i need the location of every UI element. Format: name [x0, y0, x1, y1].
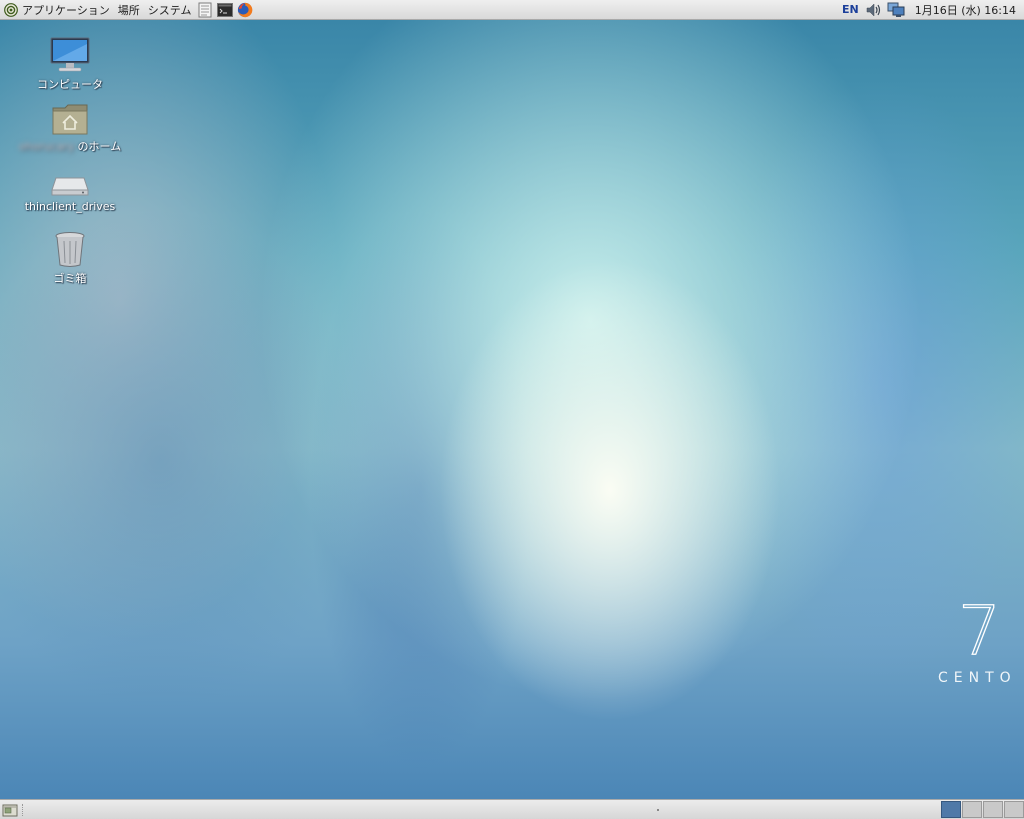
applications-menu-label: アプリケーション	[22, 3, 110, 17]
desktop[interactable]: コンピュータ ohorucary のホーム thinclient_drives ゴ…	[0, 20, 1024, 799]
firefox-launcher[interactable]	[237, 2, 253, 18]
centos-seven-graphic: 7	[957, 591, 1002, 660]
centos-version-number: 7	[958, 592, 1001, 660]
places-menu[interactable]: 場所	[114, 0, 144, 20]
desktop-icon-home[interactable]: ohorucary のホーム	[19, 102, 121, 154]
desktop-icon-label: コンピュータ	[37, 78, 103, 91]
top-panel-right: EN 1月16日 (水) 16:14	[838, 0, 1024, 20]
desktop-icon-drives[interactable]: thinclient_drives	[20, 170, 120, 213]
desktop-icon-computer[interactable]: コンピュータ	[20, 36, 120, 92]
desktop-icon-label: thinclient_drives	[24, 200, 116, 213]
text-editor-launcher[interactable]	[197, 2, 213, 18]
volume-icon[interactable]	[865, 2, 883, 18]
places-menu-label: 場所	[117, 3, 140, 17]
top-panel: アプリケーション 場所 システム EN 1月16日 (水) 16:14	[0, 0, 1024, 20]
blurred-username: ohorucary	[18, 140, 75, 153]
firefox-icon	[238, 2, 253, 17]
desktop-icon-label: ゴミ箱	[53, 272, 87, 285]
home-folder-icon	[52, 104, 88, 135]
panel-drag-handle[interactable]	[22, 803, 27, 816]
gnome-foot-icon	[4, 2, 18, 17]
top-panel-left: アプリケーション 場所 システム	[0, 0, 255, 20]
desktop-icon-label: ohorucary のホーム	[19, 138, 121, 154]
clock[interactable]: 1月16日 (水) 16:14	[907, 2, 1020, 18]
workspace-3[interactable]	[983, 800, 1003, 818]
terminal-icon	[217, 2, 234, 17]
system-menu-label: システム	[147, 3, 192, 17]
system-menu[interactable]: システム	[144, 0, 196, 20]
trash-icon	[55, 232, 85, 267]
show-desktop-icon[interactable]	[2, 802, 18, 818]
workspace-2[interactable]	[962, 800, 982, 818]
workspace-4[interactable]	[1004, 800, 1024, 818]
centos-wordmark: CENTO	[938, 670, 1017, 686]
text-editor-icon	[198, 2, 212, 17]
bottom-panel	[0, 799, 1024, 819]
workspace-switcher[interactable]	[940, 800, 1024, 819]
keyboard-layout-indicator[interactable]: EN	[838, 3, 863, 16]
applications-menu[interactable]: アプリケーション	[0, 0, 114, 20]
drive-icon	[51, 177, 89, 196]
home-label-suffix: のホーム	[77, 140, 122, 153]
terminal-launcher[interactable]	[217, 2, 234, 18]
panel-separator-dot	[657, 809, 659, 811]
computer-icon	[50, 37, 90, 72]
network-icon[interactable]	[887, 2, 905, 18]
desktop-icon-trash[interactable]: ゴミ箱	[20, 230, 120, 286]
workspace-1[interactable]	[941, 800, 961, 818]
